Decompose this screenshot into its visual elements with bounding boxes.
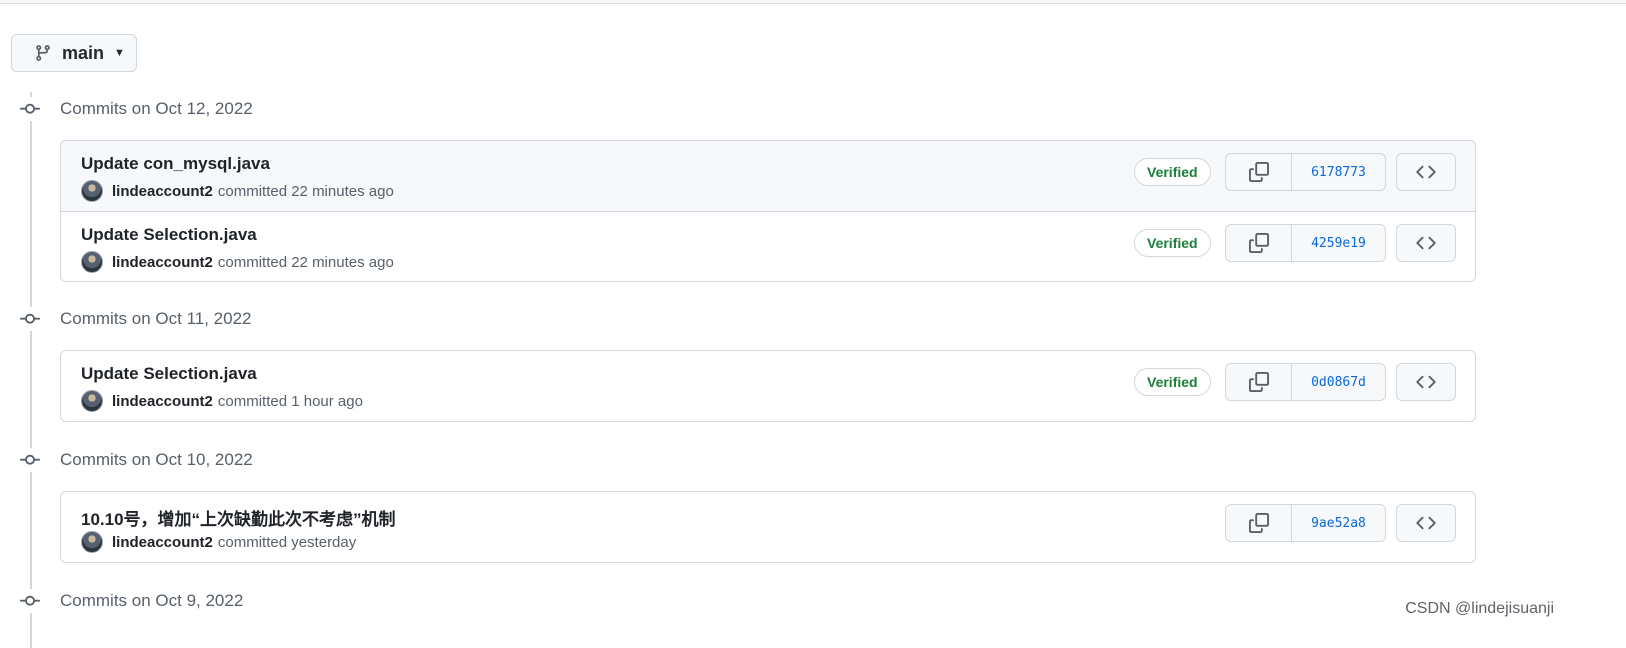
git-branch-icon <box>34 44 52 62</box>
commit-timeline <box>30 92 32 648</box>
copy-sha-button[interactable] <box>1226 364 1292 400</box>
commit-title-link[interactable]: Update con_mysql.java <box>81 154 270 174</box>
browse-repo-button[interactable] <box>1396 363 1456 401</box>
copy-icon <box>1248 233 1269 253</box>
git-commit-icon <box>18 448 42 472</box>
verified-badge[interactable]: Verified <box>1134 229 1211 257</box>
group-date: Commits on Oct 11, 2022 <box>60 309 252 328</box>
chevron-down-icon: ▼ <box>114 47 125 59</box>
commit-list: Update con_mysql.java lindeaccount2 comm… <box>60 140 1476 282</box>
copy-icon <box>1248 372 1269 392</box>
sha-button-group: 0d0867d <box>1225 363 1386 401</box>
browse-repo-button[interactable] <box>1396 504 1456 542</box>
copy-sha-button[interactable] <box>1226 505 1292 541</box>
commit-meta: lindeaccount2 committed yesterday <box>81 530 356 554</box>
commit-time: committed 22 minutes ago <box>217 253 394 271</box>
commit-title-link[interactable]: 10.10号，增加“上次缺勤此次不考虑”机制 <box>81 505 396 530</box>
commit-sha-link[interactable]: 6178773 <box>1292 154 1385 190</box>
commit-group-heading: Commits on Oct 10, 2022 <box>18 448 253 472</box>
group-date: Commits on Oct 12, 2022 <box>60 99 253 118</box>
sha-button-group: 6178773 <box>1225 153 1386 191</box>
author-link[interactable]: lindeaccount2 <box>112 534 213 551</box>
browse-repo-button[interactable] <box>1396 153 1456 191</box>
avatar[interactable] <box>81 390 103 412</box>
commit-time: committed 22 minutes ago <box>217 182 394 200</box>
code-icon <box>1416 236 1436 250</box>
commit-title-link[interactable]: Update Selection.java <box>81 364 257 384</box>
group-date: Commits on Oct 10, 2022 <box>60 450 253 469</box>
git-commit-icon <box>18 589 42 613</box>
browse-repo-button[interactable] <box>1396 224 1456 262</box>
sha-button-group: 9ae52a8 <box>1225 504 1386 542</box>
commit-title-link[interactable]: Update Selection.java <box>81 225 257 245</box>
commit-group-heading: Commits on Oct 12, 2022 <box>18 97 253 121</box>
commit-row: Update Selection.java lindeaccount2 comm… <box>61 351 1475 421</box>
commit-list: 10.10号，增加“上次缺勤此次不考虑”机制 lindeaccount2 com… <box>60 491 1476 563</box>
git-commit-icon <box>18 97 42 121</box>
commit-row: Update con_mysql.java lindeaccount2 comm… <box>61 141 1475 211</box>
commit-meta: lindeaccount2 committed 22 minutes ago <box>81 250 394 274</box>
git-commit-icon <box>18 307 42 331</box>
copy-icon <box>1248 162 1269 182</box>
copy-icon <box>1248 513 1269 533</box>
avatar[interactable] <box>81 180 103 202</box>
author-link[interactable]: lindeaccount2 <box>112 393 213 410</box>
verified-badge[interactable]: Verified <box>1134 368 1211 396</box>
author-link[interactable]: lindeaccount2 <box>112 254 213 271</box>
commit-group-heading: Commits on Oct 11, 2022 <box>18 307 252 331</box>
avatar[interactable] <box>81 251 103 273</box>
code-icon <box>1416 375 1436 389</box>
commit-row: 10.10号，增加“上次缺勤此次不考虑”机制 lindeaccount2 com… <box>61 492 1475 562</box>
sha-button-group: 4259e19 <box>1225 224 1386 262</box>
avatar[interactable] <box>81 531 103 553</box>
code-icon <box>1416 165 1436 179</box>
commit-time: committed yesterday <box>217 533 357 551</box>
top-border <box>0 0 1626 4</box>
commit-row: Update Selection.java lindeaccount2 comm… <box>61 211 1475 281</box>
commit-meta: lindeaccount2 committed 1 hour ago <box>81 389 363 413</box>
commit-sha-link[interactable]: 0d0867d <box>1292 364 1385 400</box>
author-link[interactable]: lindeaccount2 <box>112 183 213 200</box>
commit-list: Update Selection.java lindeaccount2 comm… <box>60 350 1476 422</box>
branch-selector-button[interactable]: main ▼ <box>11 34 137 72</box>
commit-meta: lindeaccount2 committed 22 minutes ago <box>81 179 394 203</box>
verified-badge[interactable]: Verified <box>1134 158 1211 186</box>
commit-sha-link[interactable]: 4259e19 <box>1292 225 1385 261</box>
copy-sha-button[interactable] <box>1226 154 1292 190</box>
group-date: Commits on Oct 9, 2022 <box>60 591 244 610</box>
watermark: CSDN @lindejisuanji <box>1405 600 1554 617</box>
commit-time: committed 1 hour ago <box>217 392 363 410</box>
branch-name: main <box>62 42 105 63</box>
commit-sha-link[interactable]: 9ae52a8 <box>1292 505 1385 541</box>
code-icon <box>1416 516 1436 530</box>
commit-group-heading: Commits on Oct 9, 2022 <box>18 589 243 613</box>
copy-sha-button[interactable] <box>1226 225 1292 261</box>
